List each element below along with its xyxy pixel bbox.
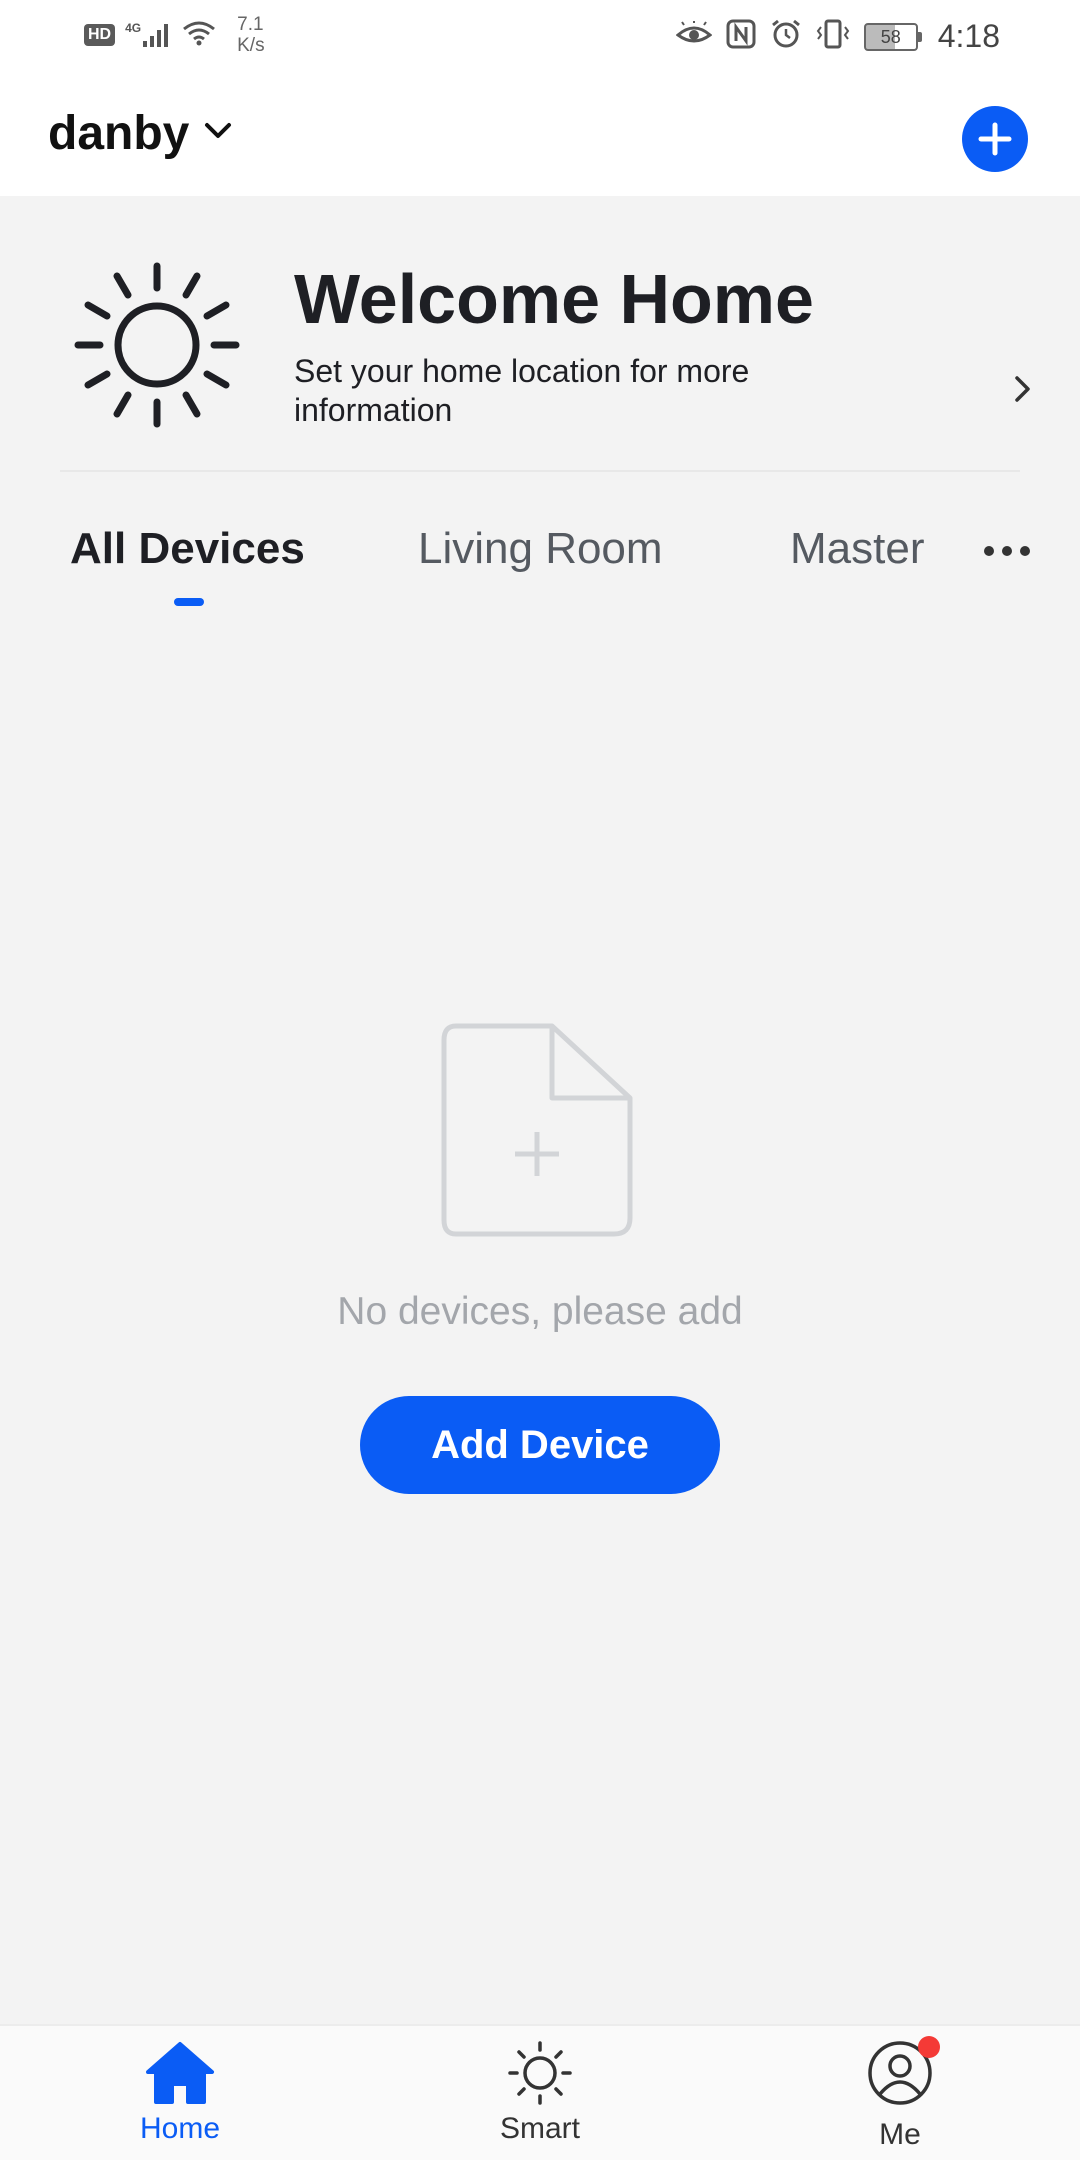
cellular-signal-icon: 4G: [125, 21, 171, 49]
sun-icon: [72, 260, 242, 435]
status-bar: HD 4G 7.1 K/s 58 4:18: [0, 0, 1080, 76]
empty-document-icon: [440, 1020, 640, 1245]
home-icon: [146, 2042, 214, 2104]
more-tabs-button[interactable]: [984, 540, 1030, 562]
more-dot-icon: [984, 546, 994, 556]
tab-active-indicator: [174, 598, 204, 606]
tab-living-room[interactable]: Living Room: [418, 524, 663, 574]
network-type: 4G: [125, 21, 142, 35]
nav-me-label: Me: [879, 2118, 921, 2151]
wifi-icon: [181, 19, 217, 52]
battery-indicator: 58: [863, 22, 922, 51]
battery-tip: [917, 31, 922, 42]
plus-icon: [978, 122, 1012, 156]
welcome-title: Welcome Home: [294, 260, 814, 338]
eye-comfort-icon: [675, 20, 713, 52]
tab-all-devices[interactable]: All Devices: [70, 524, 305, 574]
more-dot-icon: [1002, 546, 1012, 556]
notification-badge: [918, 2036, 940, 2058]
nav-me[interactable]: Me: [800, 2036, 1000, 2152]
speed-unit: K/s: [237, 35, 265, 56]
hd-indicator: HD: [84, 24, 116, 46]
add-device-button[interactable]: Add Device: [360, 1396, 720, 1494]
network-speed: 7.1 K/s: [237, 14, 264, 56]
home-name: danby: [48, 107, 190, 160]
status-time: 4:18: [937, 18, 1000, 54]
profile-icon-wrapper: [864, 2036, 940, 2112]
nav-smart-label: Smart: [499, 2112, 580, 2145]
battery-level: 58: [863, 22, 918, 51]
chevron-right-icon[interactable]: [1012, 374, 1034, 409]
app-header: danby: [0, 76, 1080, 196]
chevron-down-icon: [203, 121, 233, 146]
status-right: 58 4:18: [675, 18, 1000, 55]
nfc-icon: [726, 19, 756, 54]
tab-master[interactable]: Master: [790, 524, 938, 574]
empty-state-message: No devices, please add: [337, 1290, 743, 1333]
room-tabs: All Devices Living Room Master: [0, 510, 1080, 620]
bottom-navigation: Home Smart Me: [0, 2024, 1080, 2160]
vibrate-icon: [816, 19, 850, 54]
more-dot-icon: [1020, 546, 1030, 556]
divider: [60, 470, 1020, 472]
nav-smart[interactable]: Smart: [440, 2040, 640, 2146]
status-left: HD 4G 7.1 K/s: [84, 14, 265, 56]
home-selector[interactable]: danby: [48, 106, 233, 161]
nav-home-label: Home: [139, 2112, 221, 2145]
alarm-icon: [770, 18, 802, 55]
sun-icon: [508, 2041, 572, 2105]
add-button[interactable]: [962, 106, 1028, 172]
welcome-subtitle: Set your home location for more informat…: [294, 353, 750, 428]
welcome-card[interactable]: Welcome Home Set your home location for …: [0, 196, 1080, 470]
speed-value: 7.1: [237, 14, 264, 35]
nav-home[interactable]: Home: [80, 2040, 280, 2146]
